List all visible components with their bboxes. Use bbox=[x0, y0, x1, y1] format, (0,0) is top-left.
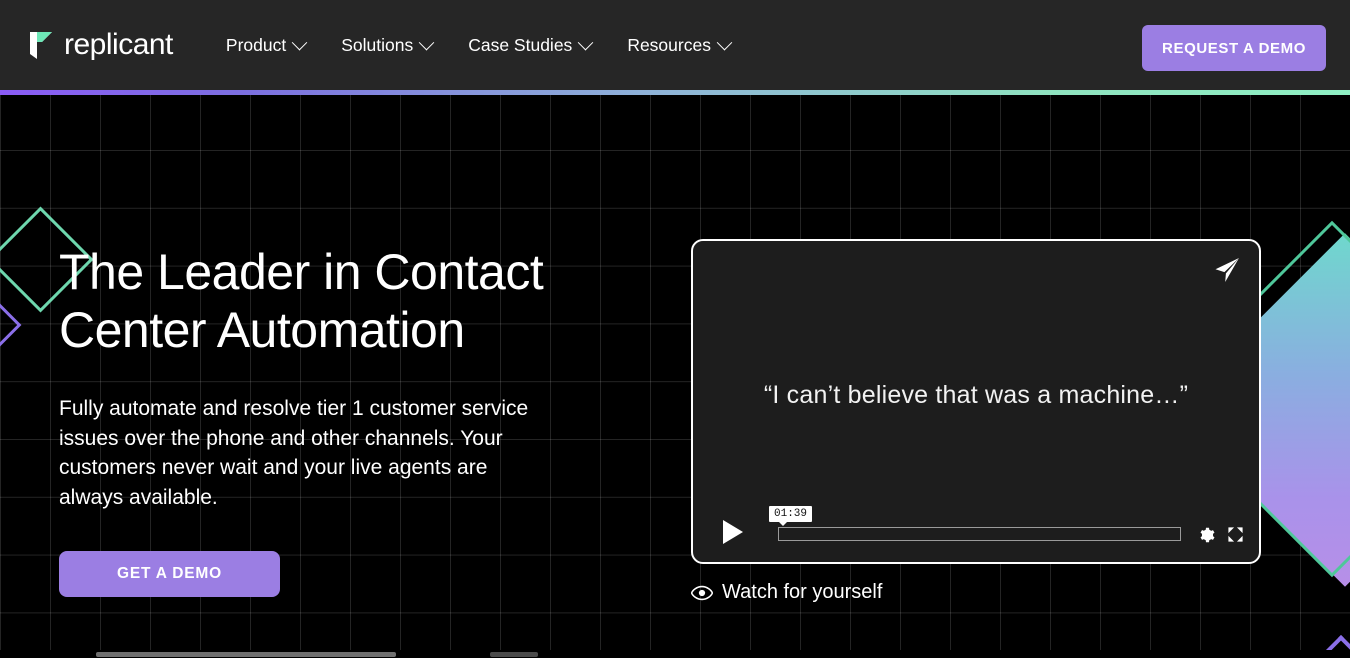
nav-label-case-studies: Case Studies bbox=[468, 35, 572, 56]
main-nav: Product Solutions Case Studies Resources bbox=[226, 35, 730, 56]
video-controls: 01:39 bbox=[693, 500, 1259, 562]
get-a-demo-button[interactable]: GET A DEMO bbox=[59, 551, 280, 597]
hero-section: The Leader in Contact Center Automation … bbox=[0, 95, 1350, 658]
watch-for-yourself-link[interactable]: Watch for yourself bbox=[691, 581, 882, 604]
site-header: replicant Product Solutions Case Studies… bbox=[0, 0, 1350, 90]
video-quote-text: “I can’t believe that was a machine…” bbox=[693, 381, 1259, 410]
chevron-down-icon bbox=[292, 34, 308, 50]
nav-item-resources[interactable]: Resources bbox=[627, 35, 730, 56]
chevron-down-icon bbox=[419, 34, 435, 50]
decor-diamond-purple-outline bbox=[0, 300, 21, 351]
nav-label-product: Product bbox=[226, 35, 286, 56]
brand-name: replicant bbox=[64, 30, 173, 60]
video-progress-bar[interactable] bbox=[778, 527, 1181, 541]
page-root: replicant Product Solutions Case Studies… bbox=[0, 0, 1350, 658]
watch-for-yourself-label: Watch for yourself bbox=[722, 581, 882, 604]
hero-text-column: The Leader in Contact Center Automation … bbox=[59, 243, 619, 597]
nav-item-solutions[interactable]: Solutions bbox=[341, 35, 432, 56]
eye-icon bbox=[691, 585, 713, 601]
brand-logo[interactable]: replicant bbox=[28, 30, 173, 60]
nav-label-resources: Resources bbox=[627, 35, 711, 56]
chevron-down-icon bbox=[717, 34, 733, 50]
hero-title: The Leader in Contact Center Automation bbox=[59, 243, 559, 359]
nav-label-solutions: Solutions bbox=[341, 35, 413, 56]
request-a-demo-button[interactable]: REQUEST A DEMO bbox=[1142, 25, 1326, 71]
nav-item-case-studies[interactable]: Case Studies bbox=[468, 35, 591, 56]
play-icon[interactable] bbox=[723, 520, 743, 544]
video-player[interactable]: “I can’t believe that was a machine…” 01… bbox=[691, 239, 1261, 564]
replicant-flag-logo-icon bbox=[28, 30, 54, 60]
nav-item-product[interactable]: Product bbox=[226, 35, 305, 56]
scrollbar-thumb[interactable] bbox=[96, 652, 396, 657]
header-gradient-divider bbox=[0, 90, 1350, 95]
chevron-down-icon bbox=[578, 34, 594, 50]
fullscreen-icon[interactable] bbox=[1227, 526, 1244, 543]
horizontal-scrollbar[interactable] bbox=[0, 650, 1350, 658]
scrollbar-thumb-secondary[interactable] bbox=[490, 652, 538, 657]
hero-subtitle: Fully automate and resolve tier 1 custom… bbox=[59, 394, 529, 512]
paper-plane-share-icon[interactable] bbox=[1212, 255, 1242, 285]
gear-icon[interactable] bbox=[1197, 526, 1215, 544]
video-time-tooltip: 01:39 bbox=[769, 506, 812, 522]
